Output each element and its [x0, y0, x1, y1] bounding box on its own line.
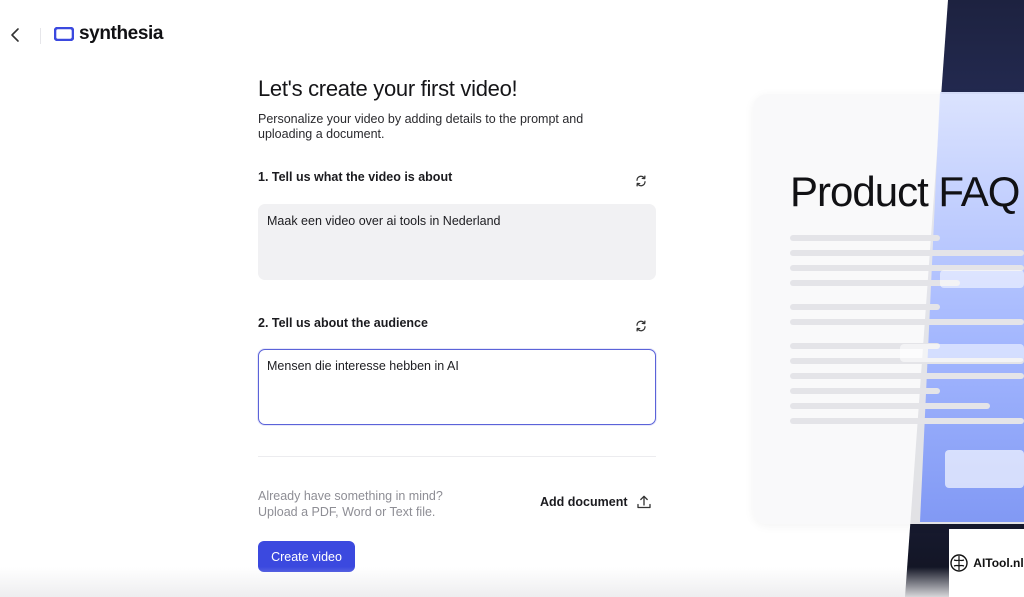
topic-label: 1. Tell us what the video is about	[258, 170, 453, 184]
upload-icon	[636, 495, 651, 509]
regenerate-topic-button[interactable]	[632, 172, 650, 190]
preview-text-line	[790, 235, 940, 241]
back-button[interactable]	[6, 25, 24, 45]
preview-title: Product FAQ	[790, 168, 1020, 215]
audience-textarea[interactable]: Mensen die interesse hebben in AI	[258, 349, 656, 425]
brand-name: synthesia	[79, 23, 164, 44]
regenerate-audience-button[interactable]	[632, 317, 650, 335]
upload-hint: Already have something in mind? Upload a…	[258, 488, 443, 520]
section-divider	[258, 456, 656, 457]
brand-logo[interactable]: synthesia	[54, 22, 163, 46]
upload-hint-line-2: Upload a PDF, Word or Text file.	[258, 505, 436, 519]
page: synthesia Let's create your first video!…	[0, 0, 1024, 597]
chevron-left-icon	[11, 28, 19, 42]
preview-text-line	[790, 418, 1024, 424]
bottom-fade	[0, 567, 1024, 597]
topic-textarea[interactable]: Maak een video over ai tools in Nederlan…	[258, 204, 656, 280]
watermark-text: AITool.nl	[973, 556, 1024, 570]
preview-text-line	[790, 319, 1024, 325]
preview-overlay-box	[945, 450, 1024, 488]
preview-text-line	[790, 250, 1024, 256]
watermark: AITool.nl	[949, 529, 1024, 597]
page-subtitle: Personalize your video by adding details…	[258, 112, 584, 141]
synthesia-logo-icon	[54, 27, 74, 41]
refresh-icon	[636, 175, 646, 187]
preview-text-line	[790, 373, 1024, 379]
preview-text-line	[790, 304, 940, 310]
preview-text-line	[790, 388, 940, 394]
upload-hint-line-1: Already have something in mind?	[258, 489, 443, 503]
add-document-button[interactable]: Add document	[540, 494, 652, 510]
brain-logo-icon	[950, 554, 968, 572]
refresh-icon	[636, 320, 646, 332]
preview-overlay-bar	[940, 270, 1024, 288]
page-title: Let's create your first video!	[258, 76, 518, 101]
preview-overlay-bar	[900, 344, 1024, 362]
preview-text-line	[790, 280, 960, 286]
header-divider	[40, 28, 41, 44]
audience-label: 2. Tell us about the audience	[258, 316, 428, 330]
preview-text-line	[790, 403, 990, 409]
add-document-label: Add document	[540, 495, 628, 509]
